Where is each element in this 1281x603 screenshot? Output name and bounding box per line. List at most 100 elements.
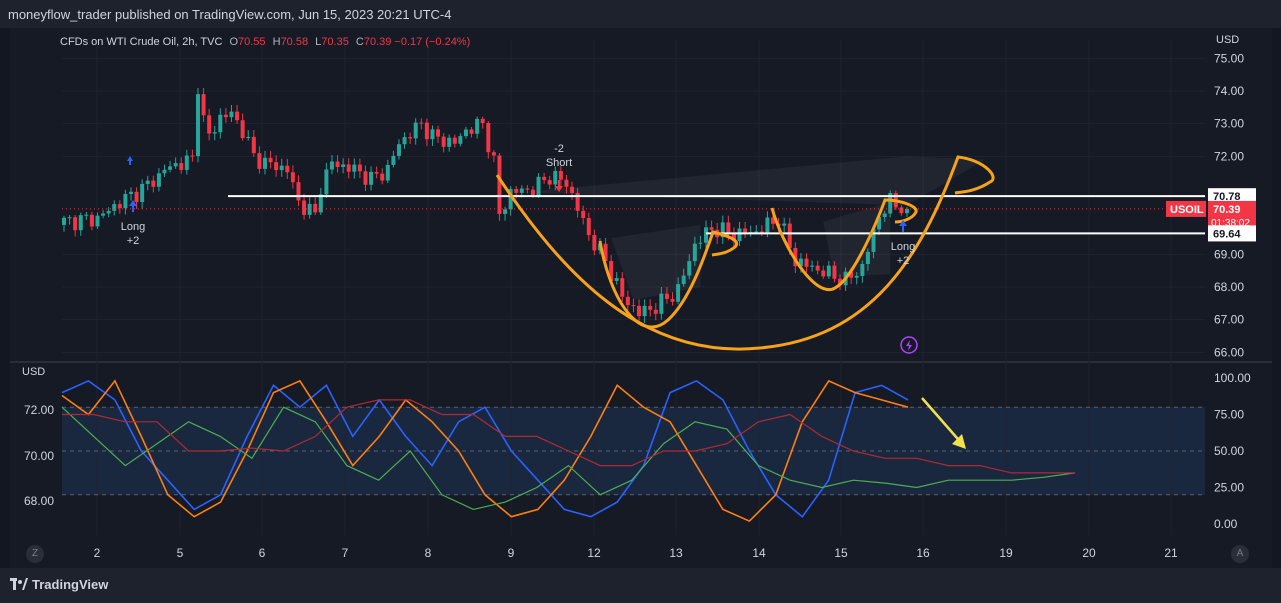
candle-body[interactable] <box>207 115 212 134</box>
candle-body[interactable] <box>346 164 351 172</box>
candle-body[interactable] <box>804 258 809 267</box>
candle-body[interactable] <box>212 132 217 134</box>
candle-body[interactable] <box>759 231 764 233</box>
candle-body[interactable] <box>832 265 837 279</box>
candle-body[interactable] <box>458 136 463 144</box>
candle-body[interactable] <box>73 217 78 231</box>
candle-body[interactable] <box>826 265 831 277</box>
candle-body[interactable] <box>653 309 658 314</box>
candle-body[interactable] <box>905 208 909 214</box>
candle-body[interactable] <box>469 129 474 134</box>
candle-body[interactable] <box>536 176 541 196</box>
candle-body[interactable] <box>296 182 301 201</box>
candle-body[interactable] <box>463 129 468 137</box>
candle-body[interactable] <box>156 173 161 187</box>
candle-body[interactable] <box>614 278 619 281</box>
candle-body[interactable] <box>681 275 686 285</box>
candle-body[interactable] <box>475 118 480 134</box>
candle-body[interactable] <box>190 155 195 157</box>
candle-body[interactable] <box>737 228 742 242</box>
candle-body[interactable] <box>329 161 334 170</box>
candle-body[interactable] <box>151 180 156 187</box>
candle-body[interactable] <box>274 162 279 171</box>
candle-body[interactable] <box>179 163 184 170</box>
candle-body[interactable] <box>195 94 200 157</box>
candle-body[interactable] <box>173 163 178 167</box>
candle-body[interactable] <box>687 261 692 276</box>
candle-body[interactable] <box>235 111 240 121</box>
candle-body[interactable] <box>441 136 446 147</box>
candle-body[interactable] <box>218 114 223 133</box>
candle-body[interactable] <box>246 136 251 139</box>
auto-scale-button[interactable]: A <box>1231 545 1249 563</box>
candle-body[interactable] <box>62 217 66 225</box>
candle-body[interactable] <box>698 242 703 244</box>
candle-body[interactable] <box>625 296 630 306</box>
candle-body[interactable] <box>810 265 815 267</box>
candle-body[interactable] <box>140 183 145 203</box>
candle-body[interactable] <box>592 235 597 251</box>
candle-body[interactable] <box>324 169 329 195</box>
candle-body[interactable] <box>519 188 524 193</box>
candle-body[interactable] <box>452 137 457 144</box>
candle-body[interactable] <box>285 165 290 173</box>
candle-body[interactable] <box>430 129 435 140</box>
candle-body[interactable] <box>134 191 139 203</box>
candle-body[interactable] <box>664 293 669 299</box>
candle-body[interactable] <box>302 200 307 215</box>
candle-body[interactable] <box>262 157 267 169</box>
candle-body[interactable] <box>570 186 575 193</box>
zoom-button[interactable]: Z <box>26 545 44 563</box>
candle-body[interactable] <box>313 203 318 213</box>
candle-body[interactable] <box>385 164 390 181</box>
candle-body[interactable] <box>123 193 128 209</box>
candle-body[interactable] <box>341 164 346 167</box>
candle-body[interactable] <box>787 223 792 248</box>
candle-body[interactable] <box>257 153 262 169</box>
candle-body[interactable] <box>168 166 173 170</box>
candle-body[interactable] <box>223 114 228 118</box>
candle-body[interactable] <box>726 222 731 235</box>
candle-body[interactable] <box>631 305 636 307</box>
candle-body[interactable] <box>84 214 89 216</box>
candle-body[interactable] <box>503 209 508 214</box>
candle-body[interactable] <box>642 305 647 317</box>
candle-body[interactable] <box>860 263 865 276</box>
candle-body[interactable] <box>419 122 424 124</box>
candle-body[interactable] <box>547 180 552 185</box>
candle-body[interactable] <box>78 215 83 231</box>
candle-body[interactable] <box>586 218 591 236</box>
candle-body[interactable] <box>240 120 245 139</box>
candle-body[interactable] <box>201 94 206 116</box>
candle-body[interactable] <box>307 203 312 215</box>
candle-body[interactable] <box>106 210 111 214</box>
candle-body[interactable] <box>268 157 273 163</box>
candle-body[interactable] <box>854 275 859 278</box>
candle-body[interactable] <box>564 179 569 187</box>
candle-body[interactable] <box>67 217 72 219</box>
candle-body[interactable] <box>782 223 787 226</box>
candle-body[interactable] <box>704 227 709 243</box>
candle-body[interactable] <box>408 137 413 139</box>
candle-body[interactable] <box>676 284 681 302</box>
candle-body[interactable] <box>497 155 502 214</box>
candle-body[interactable] <box>865 251 870 264</box>
candle-body[interactable] <box>128 191 133 194</box>
candle-body[interactable] <box>899 207 904 214</box>
candle-body[interactable] <box>184 155 189 170</box>
tradingview-logo[interactable]: TradingView <box>10 577 108 592</box>
candle-body[interactable] <box>380 173 385 181</box>
candle-body[interactable] <box>530 189 535 196</box>
candle-body[interactable] <box>436 129 441 137</box>
candle-body[interactable] <box>491 152 496 156</box>
candle-body[interactable] <box>558 170 563 180</box>
candle-body[interactable] <box>754 231 759 233</box>
candle-body[interactable] <box>402 137 407 145</box>
candle-body[interactable] <box>290 172 295 183</box>
candle-body[interactable] <box>162 169 167 174</box>
candle-body[interactable] <box>692 243 697 262</box>
candle-body[interactable] <box>112 204 117 211</box>
event-lightning-icon[interactable] <box>900 336 918 354</box>
candle-body[interactable] <box>882 213 887 218</box>
legend-symbol[interactable]: CFDs on WTI Crude Oil, 2h, TVC <box>60 36 222 48</box>
